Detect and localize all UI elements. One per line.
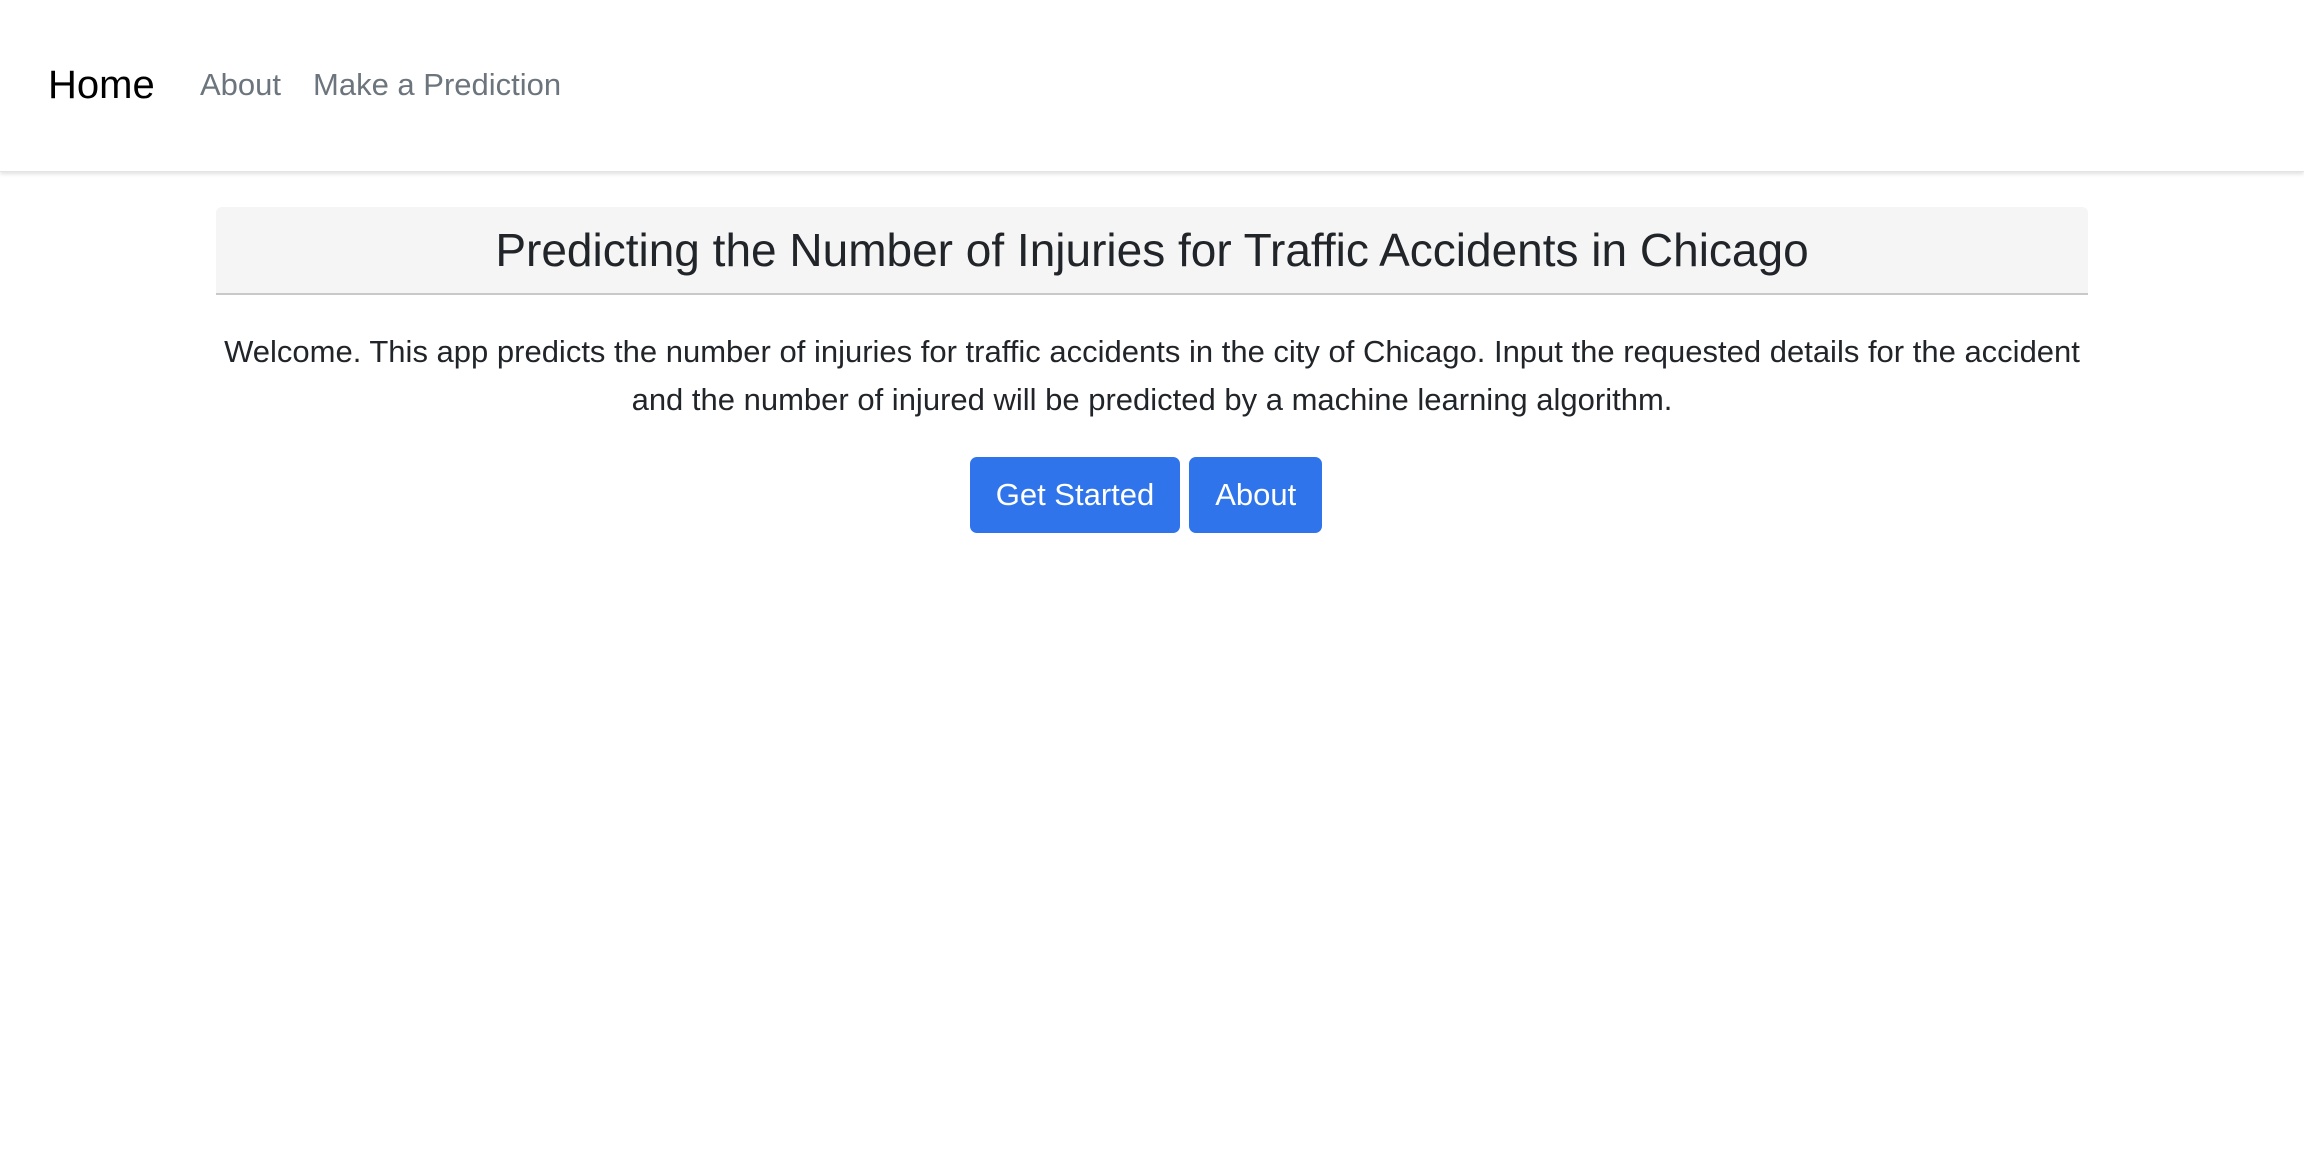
title-header: Predicting the Number of Injuries for Tr… <box>216 207 2088 295</box>
nav-about-link[interactable]: About <box>200 62 281 108</box>
nav-home-link[interactable]: Home <box>48 58 155 112</box>
get-started-button[interactable]: Get Started <box>969 457 1181 533</box>
nav-make-prediction-link[interactable]: Make a Prediction <box>313 62 561 108</box>
page-title: Predicting the Number of Injuries for Tr… <box>495 224 1809 276</box>
nav-links: About Make a Prediction <box>200 62 561 108</box>
about-button[interactable]: About <box>1189 457 1323 533</box>
intro-text: Welcome. This app predicts the number of… <box>224 334 2080 417</box>
action-buttons: Get Started About <box>0 457 2304 533</box>
top-navbar: Home About Make a Prediction <box>0 0 2304 172</box>
